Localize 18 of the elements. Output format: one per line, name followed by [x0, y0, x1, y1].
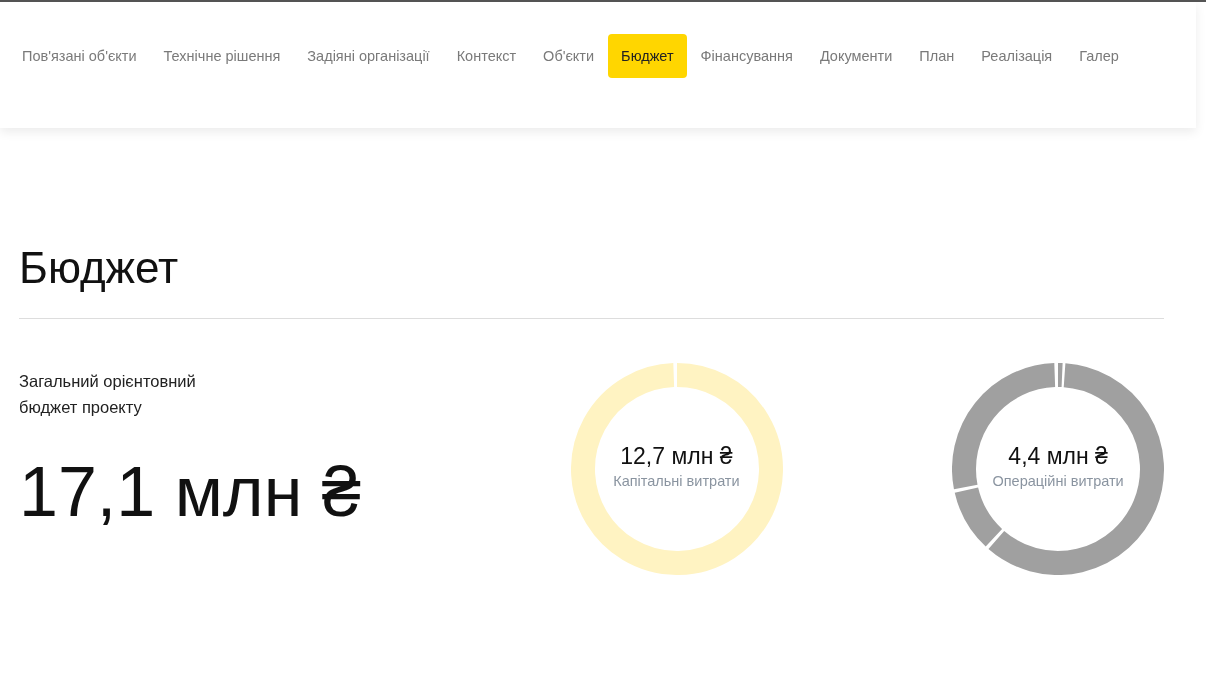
nav-tab[interactable]: Задіяні організації	[294, 34, 443, 78]
total-budget-label: Загальний орієнтовний бюджет проекту	[19, 371, 197, 418]
nav-tab[interactable]: Об'єкти	[530, 34, 608, 78]
amount-label: Операційні витрати	[992, 473, 1124, 489]
amount-label: Капітальні витрати	[613, 473, 740, 489]
nav-tab[interactable]: Фінансування	[687, 34, 806, 78]
amount-value: 12,7 млн ₴	[620, 443, 733, 470]
section-heading: Бюджет	[19, 242, 180, 294]
nav-tab[interactable]: Бюджет	[608, 34, 687, 78]
total-budget-value: 17,1 млн ₴	[19, 452, 362, 532]
nav-tab[interactable]: Технічне рішення	[150, 34, 294, 78]
nav-tab[interactable]: Контекст	[443, 34, 530, 78]
nav-tab[interactable]: Галер	[1066, 34, 1132, 78]
nav-tab[interactable]: Реалізація	[968, 34, 1066, 78]
nav-tab[interactable]: План	[906, 34, 968, 78]
nav-tab[interactable]: Пов'язані об'єкти	[9, 34, 150, 78]
nav-tab[interactable]: Документи	[806, 34, 906, 78]
amount-value: 4,4 млн ₴	[1008, 443, 1108, 470]
